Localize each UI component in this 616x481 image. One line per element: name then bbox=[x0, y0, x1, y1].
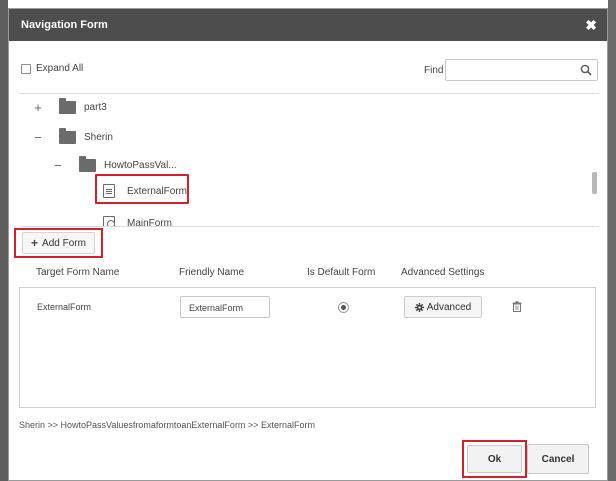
dialog-title: Navigation Form bbox=[21, 19, 108, 31]
add-form-highlight: + Add Form bbox=[14, 228, 103, 258]
tree-node-label: HowtoPassVal... bbox=[104, 159, 177, 171]
tree-scrollbar[interactable] bbox=[592, 172, 597, 194]
ok-button-highlight: Ok bbox=[462, 440, 527, 478]
cancel-button[interactable]: Cancel bbox=[527, 444, 589, 474]
tree-node-label: Sherin bbox=[84, 131, 113, 143]
column-header-default: Is Default Form bbox=[307, 267, 376, 278]
advanced-label: Advanced bbox=[426, 301, 472, 313]
breadcrumb: Sherin >> HowtoPassValuesfromaformtoanEx… bbox=[19, 420, 315, 430]
folder-icon bbox=[79, 155, 96, 172]
add-form-button[interactable]: + Add Form bbox=[22, 232, 95, 254]
folder-icon bbox=[59, 97, 76, 114]
tree-toolbar: Expand All Find bbox=[21, 59, 599, 81]
close-icon[interactable]: ✖ bbox=[585, 18, 597, 32]
table-header: Target Form Name Friendly Name Is Defaul… bbox=[19, 267, 599, 281]
tree-node-sherin[interactable]: − Sherin bbox=[33, 126, 113, 148]
target-form-name: ExternalForm bbox=[37, 302, 92, 312]
plus-icon: + bbox=[31, 236, 39, 250]
trash-icon[interactable] bbox=[512, 301, 522, 312]
main-form-icon bbox=[103, 216, 115, 226]
tree-node-howtopassval[interactable]: − HowtoPassVal... bbox=[53, 154, 177, 176]
gear-icon bbox=[414, 302, 424, 312]
expand-all-label: Expand All bbox=[36, 63, 84, 74]
find-input[interactable] bbox=[445, 59, 598, 81]
search-icon[interactable] bbox=[580, 64, 592, 76]
tree-node-label: MainForm bbox=[127, 217, 173, 227]
tree-node-label: part3 bbox=[84, 101, 107, 113]
dialog-titlebar: Navigation Form ✖ bbox=[9, 9, 607, 41]
background-window-left bbox=[0, 0, 8, 481]
default-form-radio[interactable] bbox=[338, 302, 349, 313]
checkbox-icon[interactable] bbox=[21, 63, 31, 74]
expand-all-checkbox[interactable]: Expand All bbox=[21, 63, 83, 74]
find-label: Find bbox=[424, 65, 444, 76]
collapse-icon[interactable]: − bbox=[33, 130, 43, 145]
table-row: ExternalForm ExternalForm Advanced bbox=[20, 288, 595, 324]
tree-node-part3[interactable]: + part3 bbox=[33, 96, 107, 118]
friendly-name-input[interactable]: ExternalForm bbox=[180, 296, 270, 318]
add-form-label: Add Form bbox=[42, 237, 86, 249]
tree-node-mainform[interactable]: MainForm bbox=[103, 212, 173, 227]
column-header-target: Target Form Name bbox=[36, 267, 120, 278]
folder-icon bbox=[59, 127, 76, 144]
ok-button[interactable]: Ok bbox=[467, 445, 522, 473]
advanced-button[interactable]: Advanced bbox=[404, 296, 482, 318]
form-tree: + part3 − Sherin − HowtoPassVal... Exter… bbox=[19, 93, 599, 227]
forms-table: ExternalForm ExternalForm Advanced bbox=[19, 287, 596, 408]
selected-node-highlight bbox=[95, 174, 189, 204]
column-header-friendly: Friendly Name bbox=[179, 267, 245, 278]
collapse-icon[interactable]: − bbox=[53, 158, 63, 173]
background-window-right bbox=[608, 0, 616, 481]
navigation-form-dialog: Navigation Form ✖ Expand All Find + part… bbox=[8, 8, 608, 481]
column-header-advanced: Advanced Settings bbox=[401, 267, 485, 278]
expand-icon[interactable]: + bbox=[33, 100, 43, 115]
